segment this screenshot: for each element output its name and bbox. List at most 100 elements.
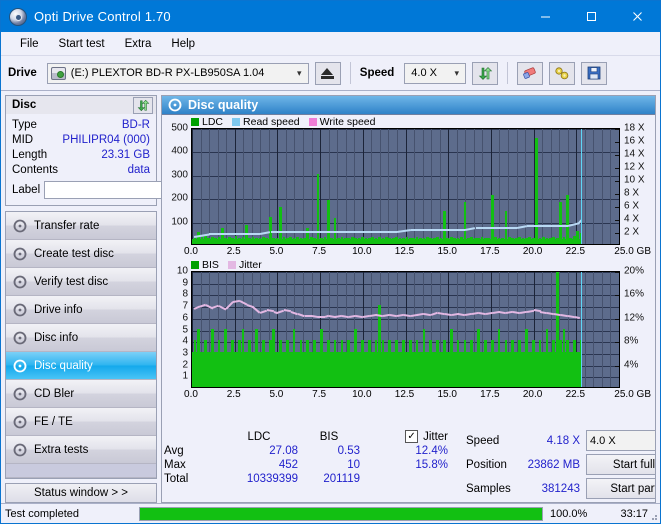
content-header: Disc quality (162, 96, 655, 115)
grid-line-v (396, 129, 398, 244)
y-tick-label: 400 (171, 145, 188, 157)
ldc-chart-legend: LDC Read speed Write speed (164, 116, 653, 128)
data-line-segment (444, 312, 452, 316)
ldc-x-axis: 0.0 2.5 5.0 7.5 10.0 12.5 15.0 17.5 20.0 22.5 25.0… (184, 245, 651, 259)
grid-line-v (601, 129, 603, 244)
test-position-value: 23862 MB (527, 458, 580, 471)
maximize-icon[interactable] (568, 1, 614, 32)
ldc-plot-row: 100 200 300 400 500 2 X4 X6 X8 X 10 X 12 X 14 X… (164, 123, 653, 245)
resize-grip-icon[interactable] (648, 511, 658, 521)
x-tick-label: 17.5 (480, 246, 500, 257)
x-tick-label: 25.0 GB (614, 246, 651, 257)
drive-select[interactable]: (E:) PLEXTOR BD-R PX-LB950SA 1.04 ▾ (46, 62, 309, 84)
refresh-button[interactable] (472, 61, 499, 85)
disc-label-row: Label (12, 180, 249, 200)
sidebar-item-fe-te[interactable]: FE / TE (6, 408, 156, 436)
disc-icon (13, 359, 27, 372)
sidebar-item-drive-info[interactable]: Drive info (6, 296, 156, 324)
toolbar-divider-2 (507, 62, 509, 84)
disc-label-label: Label (12, 184, 41, 196)
start-full-button[interactable]: Start full (586, 454, 655, 475)
stats-area: LDC BIS ✓ Jitter Avg 27.08 0.53 12.4% Ma… (162, 427, 655, 502)
grid-line-v (584, 129, 586, 244)
disc-icon (13, 443, 27, 456)
data-line-segment (499, 227, 517, 229)
menu-file[interactable]: File (10, 35, 49, 53)
minimize-icon[interactable] (522, 1, 568, 32)
data-line-segment (243, 233, 261, 235)
drive-select-value: (E:) PLEXTOR BD-R PX-LB950SA 1.04 (70, 67, 265, 79)
data-line-segment (270, 231, 278, 233)
eraser-icon (523, 67, 536, 79)
save-button[interactable] (581, 61, 608, 85)
grid-line-v (405, 129, 407, 244)
disc-icon (13, 275, 27, 288)
disc-row-contents: Contents data (12, 163, 150, 178)
menu-help[interactable]: Help (161, 35, 205, 53)
x-tick-label: 5.0 (269, 389, 284, 400)
data-baseline (192, 238, 582, 244)
sidebar-item-create-test-disc[interactable]: Create test disc (6, 240, 156, 268)
legend-swatch (232, 118, 241, 126)
legend-item-bis: BIS (191, 259, 219, 271)
stats-col-bis: BIS (319, 430, 339, 443)
stats-max-bis: 10 (347, 459, 360, 471)
y2-tick-label: 14 X (624, 148, 645, 160)
status-window-button[interactable]: Status window > > (5, 483, 157, 503)
y2-tick-label: 10 X (624, 174, 645, 186)
speed-select[interactable]: 4.0 X ▾ (404, 62, 467, 84)
stats-col-jitter: Jitter (423, 430, 448, 443)
erase-button[interactable] (517, 61, 544, 85)
grid-line-v (414, 129, 416, 244)
stats-row-max-label: Max (164, 459, 186, 471)
stats-col-ldc: LDC (247, 430, 271, 443)
sidebar-item-verify-test-disc[interactable]: Verify test disc (6, 268, 156, 296)
close-icon[interactable] (614, 1, 660, 32)
disc-icon (13, 303, 27, 316)
speed-select-value: 4.0 X (411, 67, 437, 79)
legend-swatch (191, 261, 199, 269)
sidebar-item-disc-info[interactable]: Disc info (6, 324, 156, 352)
bis-plot (191, 271, 620, 388)
y-tick-label: 8 (182, 288, 188, 300)
grid-line-v (209, 129, 211, 244)
disc-type-value: BD-R (121, 119, 150, 131)
legend-item-ldc: LDC (191, 116, 223, 128)
y-tick-label: 500 (171, 122, 188, 134)
eject-button[interactable] (314, 61, 341, 85)
data-line-segment (526, 225, 534, 227)
jitter-checkbox[interactable]: ✓ (405, 430, 419, 443)
test-speed-select[interactable]: 4.0 X ▾ (586, 430, 655, 451)
status-bar: Test completed 100.0% 33:17 (1, 503, 660, 523)
sidebar-item-extra-tests[interactable]: Extra tests (6, 436, 156, 464)
sidebar-item-label: Transfer rate (34, 219, 100, 232)
sidebar-item-label: FE / TE (34, 415, 73, 428)
save-icon (587, 66, 601, 80)
y-tick-label: 200 (171, 192, 188, 204)
data-bar (316, 173, 320, 244)
sidebar-item-cd-bler[interactable]: CD Bler (6, 380, 156, 408)
data-line-segment (277, 231, 295, 233)
grid-line-v (337, 129, 339, 244)
stats-table: LDC BIS ✓ Jitter Avg 27.08 0.53 12.4% Ma… (164, 430, 466, 499)
menu-start-test[interactable]: Start test (49, 35, 115, 53)
jitter-header: ✓ Jitter (392, 430, 448, 443)
disc-icon (13, 387, 27, 400)
disc-row-type: Type BD-R (12, 118, 150, 133)
legend-label: LDC (202, 116, 224, 128)
tools-button[interactable] (549, 61, 576, 85)
data-bar (566, 194, 569, 244)
sidebar-item-transfer-rate[interactable]: Transfer rate (6, 212, 156, 240)
start-part-button[interactable]: Start part (586, 478, 655, 499)
sidebar-item-label: Create test disc (34, 247, 114, 260)
sidebar-item-disc-quality[interactable]: Disc quality (6, 352, 156, 380)
end-marker (581, 272, 583, 387)
menu-extra[interactable]: Extra (115, 35, 162, 53)
y-tick-label: 7 (182, 300, 188, 312)
stats-total-bis: 201119 (323, 473, 360, 485)
disc-icon (13, 247, 27, 260)
legend-item-jitter: Jitter (227, 259, 262, 271)
disc-info-panel: Type BD-R MID PHILIPR04 (000) Length 23.… (5, 114, 249, 206)
y2-tick-label: 12% (624, 312, 645, 324)
disc-refresh-button[interactable] (133, 96, 153, 114)
